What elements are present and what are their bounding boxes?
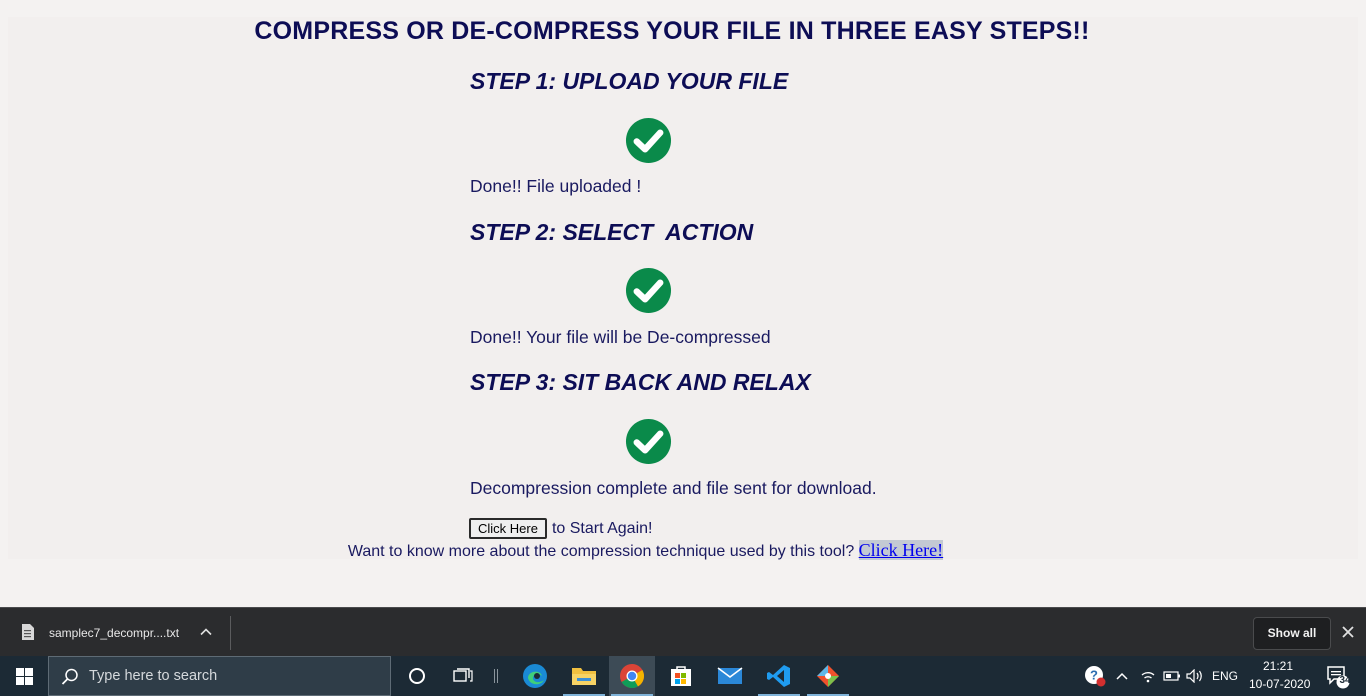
restart-suffix: to Start Again!	[551, 519, 653, 537]
wifi-icon	[1141, 672, 1155, 683]
edge-icon	[523, 664, 547, 688]
show-all-button[interactable]: Show all	[1253, 617, 1331, 650]
check-circle-icon	[625, 267, 672, 314]
download-file-name[interactable]: samplec7_decompr....txt	[49, 626, 179, 640]
git-icon	[817, 665, 839, 687]
cortana-icon	[409, 668, 425, 684]
step-2-heading: STEP 2: SELECT ACTION	[470, 219, 754, 245]
windows-logo-icon	[15, 667, 33, 685]
check-circle-icon	[625, 418, 672, 465]
tray-battery[interactable]	[1161, 656, 1183, 696]
battery-icon	[1163, 671, 1180, 681]
taskbar-vscode[interactable]	[756, 656, 802, 696]
taskbar-edge[interactable]	[512, 656, 558, 696]
taskbar-search[interactable]: Type here to search	[48, 656, 391, 696]
search-placeholder: Type here to search	[89, 668, 218, 684]
cortana-button[interactable]	[397, 656, 437, 696]
info-link[interactable]: Click Here!	[858, 540, 944, 560]
restart-button[interactable]: Click Here	[469, 518, 547, 539]
taskbar-gripper	[490, 656, 502, 696]
step-1-status: Done!! File uploaded !	[470, 176, 642, 196]
vscode-icon	[767, 665, 790, 687]
language-indicator[interactable]: ENG	[1212, 669, 1238, 683]
clock-date[interactable]: 10-07-2020	[1249, 677, 1310, 691]
folder-icon	[572, 668, 596, 685]
chevron-up-icon	[1116, 672, 1128, 680]
tray-help[interactable]: ?	[1082, 656, 1108, 696]
tray-overflow[interactable]	[1112, 656, 1132, 696]
check-circle-icon	[625, 117, 672, 164]
mail-icon	[717, 667, 743, 684]
start-button[interactable]	[0, 656, 48, 696]
taskbar-git[interactable]	[805, 656, 851, 696]
restart-line: Click Here to Start Again!	[469, 518, 652, 539]
store-icon	[671, 666, 691, 686]
step-2-status: Done!! Your file will be De-compressed	[470, 327, 771, 347]
tray-volume[interactable]	[1184, 656, 1206, 696]
close-icon[interactable]	[1340, 624, 1356, 640]
clock-time[interactable]: 21:21	[1263, 659, 1293, 673]
search-icon	[61, 668, 78, 685]
info-line: Want to know more about the compression …	[0, 540, 1291, 561]
gripper-icon	[494, 669, 498, 683]
help-icon: ?	[1085, 666, 1106, 687]
task-view-button[interactable]	[443, 656, 483, 696]
svg-text:?: ?	[1090, 668, 1098, 683]
step-1-heading: STEP 1: UPLOAD YOUR FILE	[470, 68, 789, 94]
info-text: Want to know more about the compression …	[347, 543, 855, 560]
file-icon	[22, 624, 34, 640]
notification-count: 34	[1339, 675, 1351, 686]
divider	[230, 616, 231, 650]
chrome-icon	[620, 664, 645, 689]
action-center-button[interactable]: 34	[1318, 656, 1358, 696]
step-3-heading: STEP 3: SIT BACK AND RELAX	[470, 369, 811, 395]
taskbar-store[interactable]	[658, 656, 704, 696]
page-title: COMPRESS OR DE-COMPRESS YOUR FILE IN THR…	[254, 17, 1090, 45]
downloads-bar: samplec7_decompr....txt Show all	[0, 607, 1366, 657]
task-view-icon	[453, 668, 473, 682]
taskbar: Type here to search ? ENG 21:21 10-07-20…	[0, 656, 1366, 696]
tray-wifi[interactable]	[1138, 656, 1158, 696]
taskbar-chrome[interactable]	[609, 656, 655, 696]
taskbar-mail[interactable]	[707, 656, 753, 696]
taskbar-file-explorer[interactable]	[561, 656, 607, 696]
chevron-up-icon[interactable]	[199, 625, 213, 639]
step-3-status: Decompression complete and file sent for…	[470, 478, 877, 498]
volume-icon	[1186, 669, 1202, 683]
